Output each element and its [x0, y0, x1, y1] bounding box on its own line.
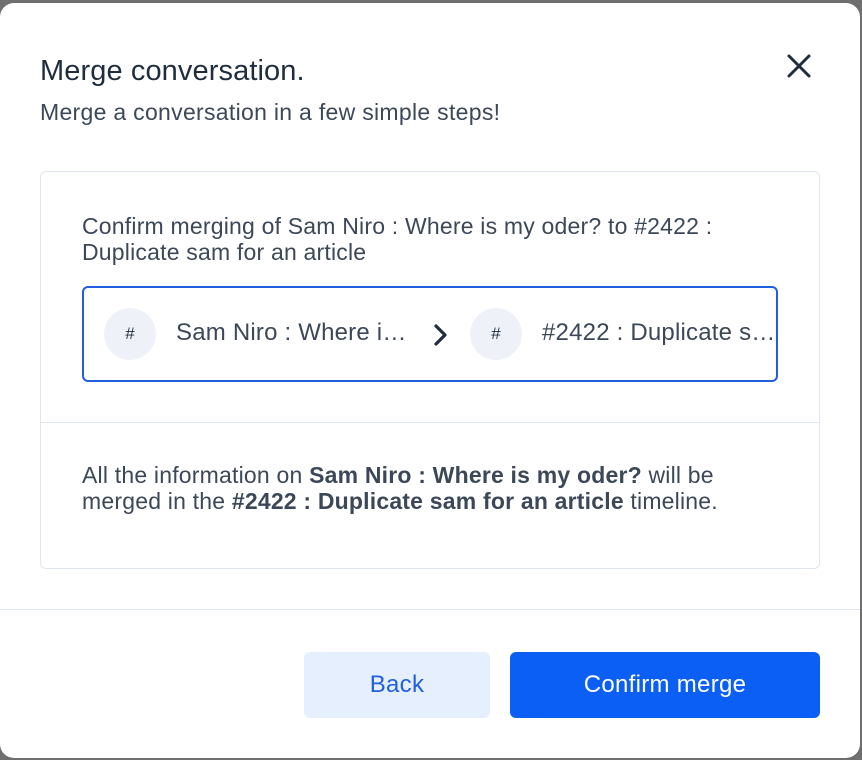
info-suffix: timeline.: [630, 488, 718, 514]
card-divider: [41, 422, 819, 423]
merge-summary-card: Confirm merging of Sam Niro : Where is m…: [40, 171, 820, 569]
close-icon[interactable]: [782, 49, 816, 83]
source-conversation-label[interactable]: Sam Niro : Where is my oder?: [176, 319, 416, 347]
confirm-merge-button[interactable]: Confirm merge: [510, 652, 820, 718]
target-hash-icon: #: [470, 308, 522, 360]
info-prefix: All the information on: [82, 462, 303, 488]
back-button[interactable]: Back: [304, 652, 490, 718]
conversation-merge-selector: # Sam Niro : Where is my oder? # #2422 :…: [82, 286, 778, 382]
merge-conversation-modal: Merge conversation. Merge a conversation…: [0, 3, 860, 758]
modal-title: Merge conversation.: [40, 55, 305, 87]
footer-divider: [0, 609, 860, 610]
source-hash-icon: #: [104, 308, 156, 360]
modal-subtitle: Merge a conversation in a few simple ste…: [40, 99, 501, 125]
merge-info-text: All the information on Sam Niro : Where …: [82, 462, 782, 514]
chevron-right-icon: [434, 324, 447, 346]
info-target-conversation: #2422 : Duplicate sam for an article: [231, 488, 624, 514]
info-source-conversation: Sam Niro : Where is my oder?: [309, 462, 642, 488]
target-conversation-label[interactable]: #2422 : Duplicate sam for an article: [542, 319, 776, 347]
confirm-merge-text: Confirm merging of Sam Niro : Where is m…: [82, 213, 713, 265]
